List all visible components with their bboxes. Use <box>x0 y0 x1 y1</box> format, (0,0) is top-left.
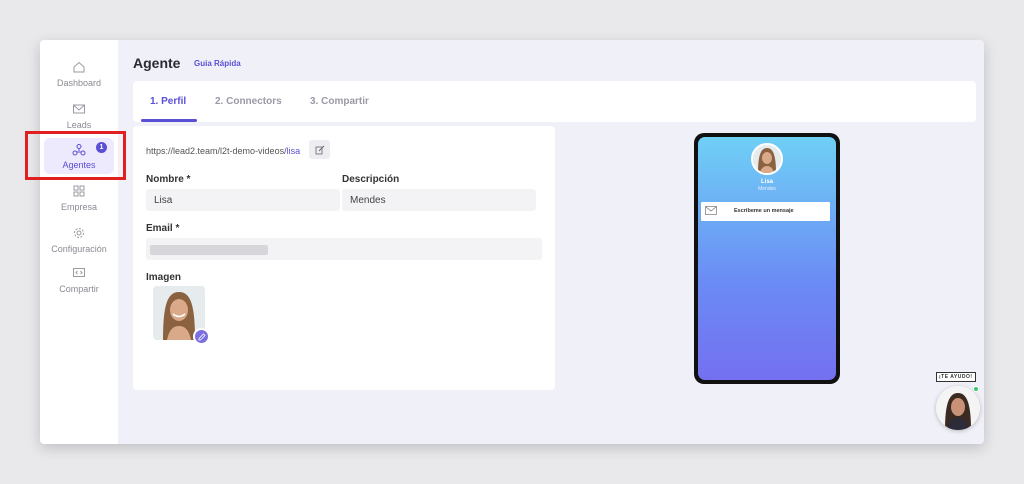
url-slug: lisa <box>286 146 301 156</box>
tab-compartir[interactable]: 3. Compartir <box>310 96 369 107</box>
edit-icon <box>315 145 324 154</box>
sidebar-item-empresa[interactable]: Empresa <box>43 184 115 220</box>
email-label: Email * <box>146 223 180 234</box>
home-icon <box>73 61 85 73</box>
edit-url-button[interactable] <box>309 140 330 159</box>
preview-message-button[interactable]: Escribeme un mensaje <box>701 202 830 221</box>
url-prefix: https://lead2.team/l2t-demo-videos/ <box>146 146 287 156</box>
profile-form-card: https://lead2.team/l2t-demo-videos/lisa … <box>133 126 555 390</box>
email-input[interactable] <box>146 238 542 260</box>
quick-guide-link[interactable]: Guia Rápida <box>194 59 241 68</box>
preview-message-label: Escribeme un mensaje <box>734 208 794 214</box>
sidebar-item-configuracion[interactable]: Configuración <box>43 226 115 262</box>
tab-connectors[interactable]: 2. Connectors <box>215 96 282 107</box>
active-tab-indicator <box>141 119 197 122</box>
tab-perfil[interactable]: 1. Perfil <box>150 96 186 107</box>
preview-screen: Lisa Mendes Escribeme un mensaje <box>698 137 836 380</box>
nombre-input[interactable]: Lisa <box>146 189 340 211</box>
mail-icon <box>705 206 717 215</box>
avatar-photo <box>936 386 980 430</box>
grid-icon <box>73 185 85 197</box>
sidebar-item-label: Dashboard <box>56 78 102 88</box>
sidebar-item-label: Compartir <box>59 284 99 294</box>
code-icon <box>73 268 85 277</box>
preview-avatar <box>751 143 783 175</box>
sidebar-item-label: Leads <box>66 120 92 130</box>
tab-bar: 1. Perfil 2. Connectors 3. Compartir <box>133 81 976 122</box>
sidebar-item-compartir[interactable]: Compartir <box>43 266 115 302</box>
sidebar-item-dashboard[interactable]: Dashboard <box>43 60 115 96</box>
help-chat-avatar[interactable] <box>936 386 980 430</box>
descripcion-input[interactable]: Mendes <box>342 189 536 211</box>
preview-subtitle: Mendes <box>758 186 776 192</box>
agent-url: https://lead2.team/l2t-demo-videos/lisa <box>146 146 300 156</box>
app-window: Dashboard Leads Agentes 1 Empresa Config… <box>40 40 984 444</box>
descripcion-label: Descripción <box>342 174 400 185</box>
gear-icon <box>74 228 84 238</box>
change-image-button[interactable] <box>193 328 210 345</box>
nombre-label: Nombre * <box>146 174 191 185</box>
page-title: Agente <box>133 55 181 71</box>
phone-preview: Lisa Mendes Escribeme un mensaje <box>694 133 840 384</box>
help-tag[interactable]: ¡TE AYUDO! <box>936 372 976 382</box>
redacted-email <box>150 245 268 255</box>
sidebar: Dashboard Leads Agentes 1 Empresa Config… <box>40 40 118 444</box>
online-status-dot <box>973 386 979 392</box>
sidebar-item-label: Empresa <box>60 202 97 212</box>
avatar-photo <box>753 145 781 173</box>
imagen-label: Imagen <box>146 272 182 283</box>
mail-icon <box>73 104 85 114</box>
highlight-box <box>25 131 126 180</box>
preview-name: Lisa <box>760 179 773 185</box>
edit-icon <box>198 332 206 340</box>
sidebar-item-label: Configuración <box>51 244 107 254</box>
